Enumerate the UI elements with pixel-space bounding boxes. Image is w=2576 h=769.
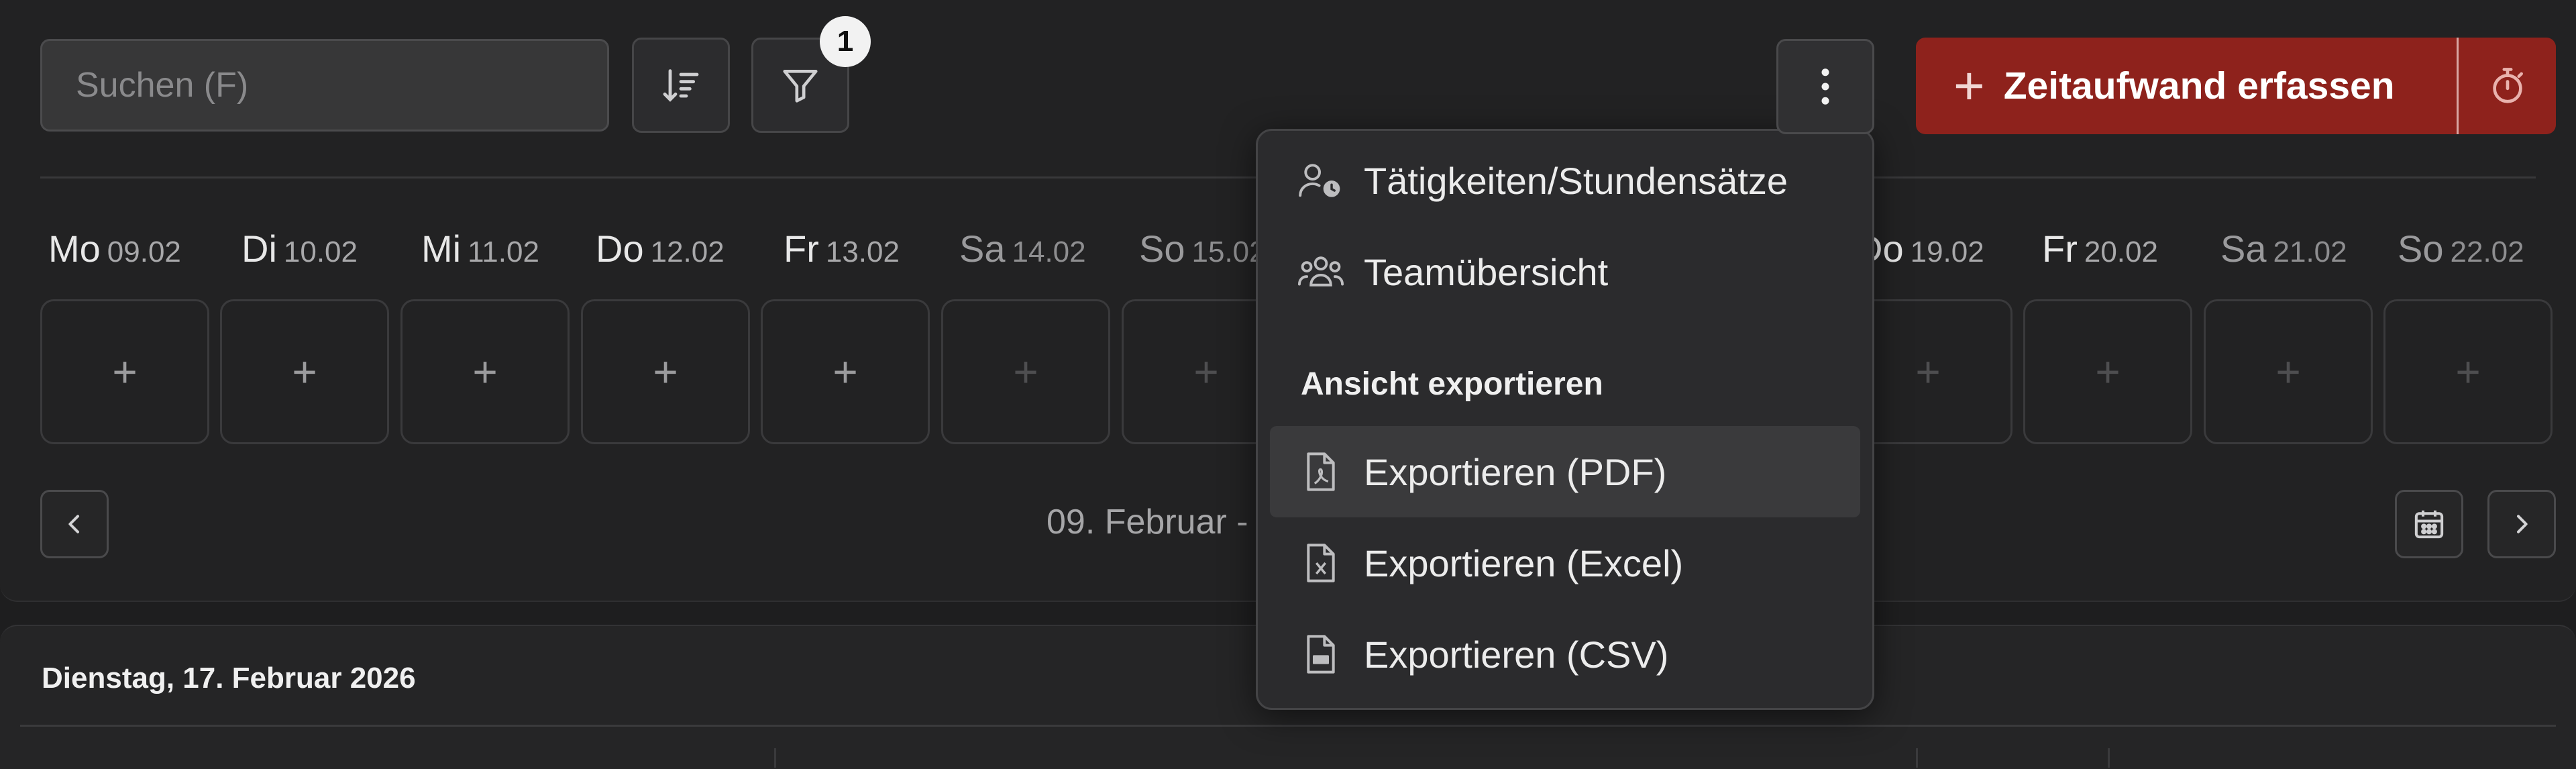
sort-button[interactable] [632, 38, 730, 133]
menu-item-export-pdf[interactable]: Exportieren (PDF) [1270, 426, 1860, 517]
day-detail-divider [20, 725, 2556, 727]
menu-item-label: Teamübersicht [1364, 250, 1609, 293]
day-add-button-so-2[interactable]: + [2383, 299, 2553, 444]
day-add-button-do[interactable]: + [581, 299, 750, 444]
more-options-menu: Tätigkeiten/Stundensätze Teamübersicht A… [1256, 129, 1874, 710]
plus-icon: + [1953, 56, 1985, 115]
day-label-sa: Sa 14.02 [959, 227, 1086, 270]
day-label-fr-2: Fr 20.02 [2042, 227, 2158, 270]
day-label-mo: Mo 09.02 [48, 227, 181, 270]
day-add-button-mi[interactable]: + [400, 299, 570, 444]
day-label-di: Di 10.02 [241, 227, 358, 270]
next-week-button[interactable] [2487, 490, 2556, 558]
excel-file-icon [1295, 542, 1346, 584]
filter-count-badge: 1 [820, 16, 871, 67]
menu-item-label: Exportieren (Excel) [1364, 542, 1684, 584]
start-timer-button[interactable] [2459, 38, 2556, 134]
menu-item-label: Tätigkeiten/Stundensätze [1364, 159, 1788, 202]
menu-item-export-csv[interactable]: Exportieren (CSV) [1270, 609, 1860, 700]
day-label-fr: Fr 13.02 [784, 227, 900, 270]
calendar-picker-button[interactable] [2395, 490, 2463, 558]
prev-week-button[interactable] [40, 490, 109, 558]
filter-icon [783, 70, 818, 103]
column-divider [1916, 748, 1918, 768]
menu-item-team-overview[interactable]: Teamübersicht [1270, 226, 1860, 317]
chevron-right-icon [2517, 515, 2528, 533]
sort-icon [663, 69, 699, 102]
column-divider [774, 748, 776, 768]
calendar-icon [2414, 510, 2444, 539]
menu-item-label: Exportieren (CSV) [1364, 633, 1669, 676]
pdf-file-icon [1295, 450, 1346, 493]
day-label-so-2: So 22.02 [2398, 227, 2524, 270]
stopwatch-icon [2492, 68, 2523, 103]
search-input[interactable] [40, 39, 609, 132]
day-label-do-2: Do 19.02 [1856, 227, 1984, 270]
day-add-button-sa-2[interactable]: + [2204, 299, 2373, 444]
day-label-sa-2: Sa 21.02 [2220, 227, 2347, 270]
day-add-button-fr[interactable]: + [761, 299, 930, 444]
day-add-button-di[interactable]: + [220, 299, 389, 444]
day-add-button-fr-2[interactable]: + [2023, 299, 2192, 444]
team-icon [1295, 251, 1346, 293]
kebab-menu-icon [1821, 68, 1829, 105]
column-divider [2108, 748, 2110, 768]
csv-file-icon [1295, 633, 1346, 676]
export-section-title: Ansicht exportieren [1301, 366, 1603, 402]
menu-item-label: Exportieren (PDF) [1364, 450, 1667, 493]
chevron-left-icon [68, 515, 79, 533]
day-label-do: Do 12.02 [596, 227, 724, 270]
day-add-button-mo[interactable]: + [40, 299, 209, 444]
menu-item-export-excel[interactable]: Exportieren (Excel) [1270, 517, 1860, 609]
day-add-button-sa[interactable]: + [941, 299, 1110, 444]
more-options-button[interactable] [1776, 39, 1874, 134]
user-clock-icon [1295, 160, 1346, 201]
selected-day-title: Dienstag, 17. Februar 2026 [42, 662, 416, 695]
add-time-entry-label: Zeitaufwand erfassen [2003, 64, 2395, 107]
day-label-mi: Mi 11.02 [421, 227, 539, 270]
date-range-label: 09. Februar - [1046, 503, 1248, 542]
menu-item-activities-rates[interactable]: Tätigkeiten/Stundensätze [1270, 135, 1860, 226]
add-time-entry-main[interactable]: + Zeitaufwand erfassen [1916, 38, 2457, 134]
add-time-entry-button[interactable]: + Zeitaufwand erfassen [1916, 38, 2556, 134]
day-label-so: So 15.02 [1139, 227, 1266, 270]
